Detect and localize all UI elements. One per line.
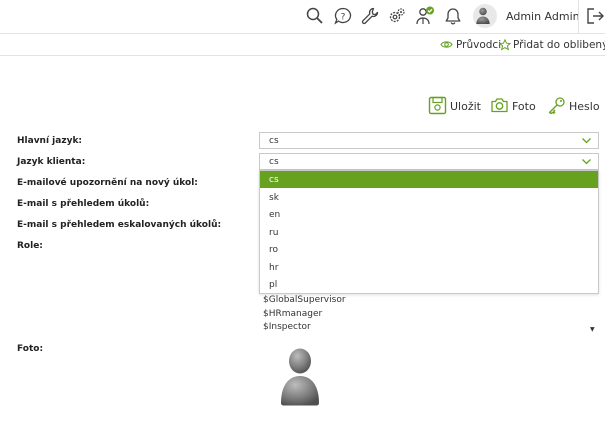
password-button[interactable]: Heslo (547, 96, 600, 116)
option-label: hr (269, 262, 279, 273)
language-option-hr[interactable]: hr (260, 259, 598, 276)
language-option-ro[interactable]: ro (260, 241, 598, 258)
option-label: sk (269, 192, 279, 203)
scroll-down-arrow[interactable]: ▼ (590, 326, 595, 333)
language-option-cs[interactable]: cs (260, 171, 598, 188)
logout-icon[interactable] (585, 6, 605, 26)
top-bar: ? Admin Admin (0, 0, 605, 34)
option-label: ru (269, 227, 279, 238)
secondary-bar: Průvodci Přidat do oblibených (0, 34, 605, 56)
user-photo (276, 346, 324, 406)
client-language-dropdown: cs sk en ru ro hr pl (259, 170, 599, 294)
camera-icon (491, 98, 508, 113)
photo-field-label: Foto: (17, 344, 44, 354)
language-option-ru[interactable]: ru (260, 224, 598, 241)
main-language-select[interactable]: cs (259, 132, 599, 149)
main-language-label: Hlavní jazyk: (17, 136, 83, 146)
role-item[interactable]: $Inspector (263, 322, 311, 332)
divider (578, 0, 579, 34)
settings-icon[interactable] (387, 6, 407, 26)
chevron-down-icon (582, 159, 591, 165)
client-language-value: cs (269, 157, 279, 167)
help-icon[interactable]: ? (333, 6, 353, 26)
option-label: pl (269, 280, 278, 290)
role-list[interactable]: $GlobalSupervisor $HRmanager $Inspector (259, 294, 599, 334)
new-task-email-label: E-mailové upozornění na nový úkol: (17, 178, 198, 188)
client-language-label: Jazyk klienta: (17, 157, 86, 167)
password-label: Heslo (569, 100, 600, 113)
photo-button[interactable]: Foto (490, 96, 536, 116)
task-overview-email-label: E-mail s přehledem úkolů: (17, 199, 150, 209)
save-icon (428, 96, 447, 115)
svg-text:?: ? (341, 13, 346, 23)
chevron-down-icon (582, 138, 591, 144)
option-label: cs (269, 175, 279, 185)
key-icon (548, 97, 565, 115)
add-favorites-link[interactable]: Přidat do oblibených (513, 39, 605, 51)
avatar[interactable] (473, 4, 497, 28)
option-label: en (269, 210, 281, 220)
search-icon[interactable] (305, 6, 325, 26)
role-item[interactable]: $GlobalSupervisor (263, 295, 346, 305)
language-option-en[interactable]: en (260, 206, 598, 223)
approver-icon[interactable] (415, 6, 435, 26)
eye-icon (440, 41, 453, 48)
escalated-email-label: E-mail s přehledem eskalovaných úkolů: (17, 220, 222, 230)
user-name[interactable]: Admin Admin (506, 10, 580, 23)
star-icon (499, 39, 511, 51)
photo-label: Foto (512, 100, 536, 113)
bell-icon[interactable] (443, 6, 463, 26)
language-option-sk[interactable]: sk (260, 189, 598, 206)
main-language-value: cs (269, 136, 279, 146)
language-option-pl[interactable]: pl (260, 276, 598, 293)
role-label: Role: (17, 241, 43, 251)
guides-link[interactable]: Průvodci (456, 39, 501, 51)
role-item[interactable]: $HRmanager (263, 309, 322, 319)
wrench-icon[interactable] (360, 6, 380, 26)
save-button[interactable]: Uložit (428, 96, 481, 116)
option-label: ro (269, 245, 279, 255)
client-language-select[interactable]: cs (259, 153, 599, 170)
save-label: Uložit (450, 100, 481, 113)
